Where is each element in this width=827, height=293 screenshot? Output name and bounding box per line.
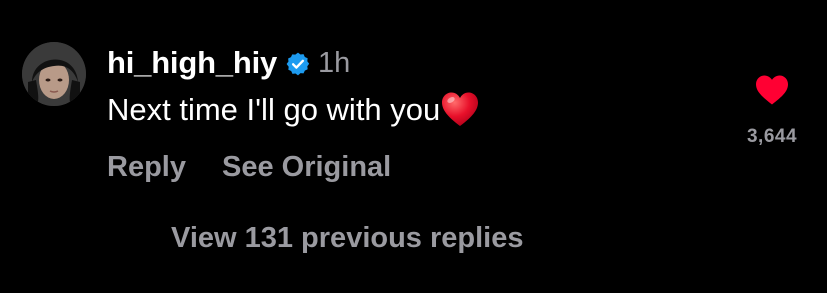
like-button[interactable] <box>746 70 798 110</box>
username[interactable]: hi_high_hiy <box>107 45 277 81</box>
comment-actions: Reply See Original <box>107 147 391 187</box>
heart-icon <box>756 75 788 105</box>
view-previous-replies-button[interactable]: View 131 previous replies <box>171 218 524 258</box>
like-count: 3,644 <box>746 126 798 147</box>
profile-photo <box>22 42 86 106</box>
comment-header: hi_high_hiy 1h <box>107 43 350 83</box>
see-original-button[interactable]: See Original <box>222 151 391 184</box>
comment-text: Next time I'll go with you <box>107 92 441 127</box>
timestamp: 1h <box>318 46 351 79</box>
verified-badge-icon <box>285 51 311 77</box>
comment-body: Next time I'll go with you <box>107 88 480 132</box>
avatar[interactable] <box>22 42 86 106</box>
red-heart-emoji-icon <box>440 90 480 130</box>
comment: hi_high_hiy 1h Next time I'll go with yo… <box>0 0 827 293</box>
reply-button[interactable]: Reply <box>107 151 186 184</box>
